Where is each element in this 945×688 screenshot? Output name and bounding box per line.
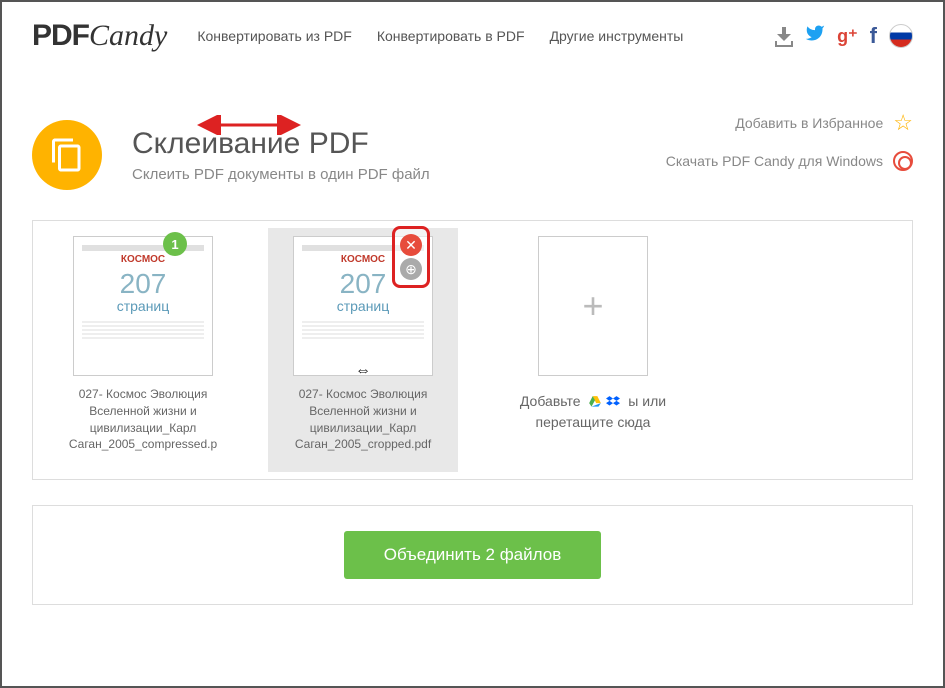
- logo-candy-text: Candy: [89, 19, 167, 53]
- thumb-doc-title: КОСМОС: [82, 254, 204, 265]
- delete-file-button[interactable]: ✕: [400, 234, 422, 256]
- file-controls-highlight: ✕ ⊕: [392, 226, 430, 288]
- drag-arrow-annotation: [195, 115, 305, 135]
- add-to-favorites-link[interactable]: Добавить в Избранное ☆: [666, 110, 913, 136]
- file-item-2[interactable]: КОСМОС 207 страниц ⇔ ✕ ⊕ 027- Космос Эво…: [268, 228, 458, 472]
- file-thumbnail: КОСМОС 207 страниц 1: [73, 236, 213, 376]
- google-drive-icon[interactable]: [587, 395, 603, 409]
- thumb-pages-label: страниц: [82, 298, 204, 314]
- file-item-1[interactable]: КОСМОС 207 страниц 1 027- Космос Эволюци…: [48, 236, 238, 464]
- header: PDF Candy Конвертировать из PDF Конверти…: [2, 2, 943, 70]
- plus-icon: +: [582, 285, 603, 327]
- nav-other-tools[interactable]: Другие инструменты: [550, 28, 684, 44]
- thumb-pages-label: страниц: [302, 298, 424, 314]
- header-icons: g⁺ f: [775, 23, 913, 49]
- side-links: Добавить в Избранное ☆ Скачать PDF Candy…: [666, 110, 913, 186]
- download-windows-link[interactable]: Скачать PDF Candy для Windows: [666, 151, 913, 171]
- download-icon[interactable]: [775, 27, 793, 45]
- dropbox-icon[interactable]: [605, 395, 621, 409]
- logo[interactable]: PDF Candy: [32, 19, 167, 53]
- page-subtitle: Склеить PDF документы в один PDF файл: [132, 166, 430, 183]
- title-text: Склеивание PDF Склеить PDF документы в о…: [132, 127, 430, 183]
- nav-convert-to-pdf[interactable]: Конвертировать в PDF: [377, 28, 525, 44]
- download-label: Скачать PDF Candy для Windows: [666, 153, 883, 169]
- add-file-box[interactable]: +: [538, 236, 648, 376]
- language-flag-russian[interactable]: [889, 24, 913, 48]
- facebook-icon[interactable]: f: [870, 23, 877, 49]
- thumb-page-count: 207: [82, 270, 204, 298]
- file-name-label: 027- Космос Эволюция Вселенной жизни и ц…: [48, 386, 238, 453]
- nav-convert-from-pdf[interactable]: Конвертировать из PDF: [197, 28, 352, 44]
- logo-pdf-text: PDF: [32, 19, 89, 53]
- title-section: Склеивание PDF Склеить PDF документы в о…: [32, 70, 913, 220]
- favorites-label: Добавить в Избранное: [735, 115, 883, 131]
- file-order-badge: 1: [163, 232, 187, 256]
- main-content: Склеивание PDF Склеить PDF документы в о…: [2, 70, 943, 605]
- merge-files-button[interactable]: Объединить 2 файлов: [344, 531, 601, 579]
- star-icon: ☆: [893, 110, 913, 136]
- merge-pdf-tool-icon: [32, 120, 102, 190]
- nav: Конвертировать из PDF Конвертировать в P…: [197, 28, 775, 44]
- twitter-icon[interactable]: [805, 23, 825, 49]
- google-plus-icon[interactable]: g⁺: [837, 26, 858, 47]
- dropzone-label: Добавьте ы или перетащите сюда: [488, 391, 698, 433]
- zoom-file-button[interactable]: ⊕: [400, 258, 422, 280]
- dropzone[interactable]: + Добавьте ы или перетащите сюда: [488, 236, 698, 464]
- action-area: Объединить 2 файлов: [32, 505, 913, 605]
- files-area: КОСМОС 207 страниц 1 027- Космос Эволюци…: [32, 220, 913, 480]
- move-cursor-icon: ⇔: [355, 362, 371, 380]
- cloud-icons: [587, 395, 621, 409]
- spiral-icon: [893, 151, 913, 171]
- file-name-label: 027- Космос Эволюция Вселенной жизни и ц…: [268, 386, 458, 453]
